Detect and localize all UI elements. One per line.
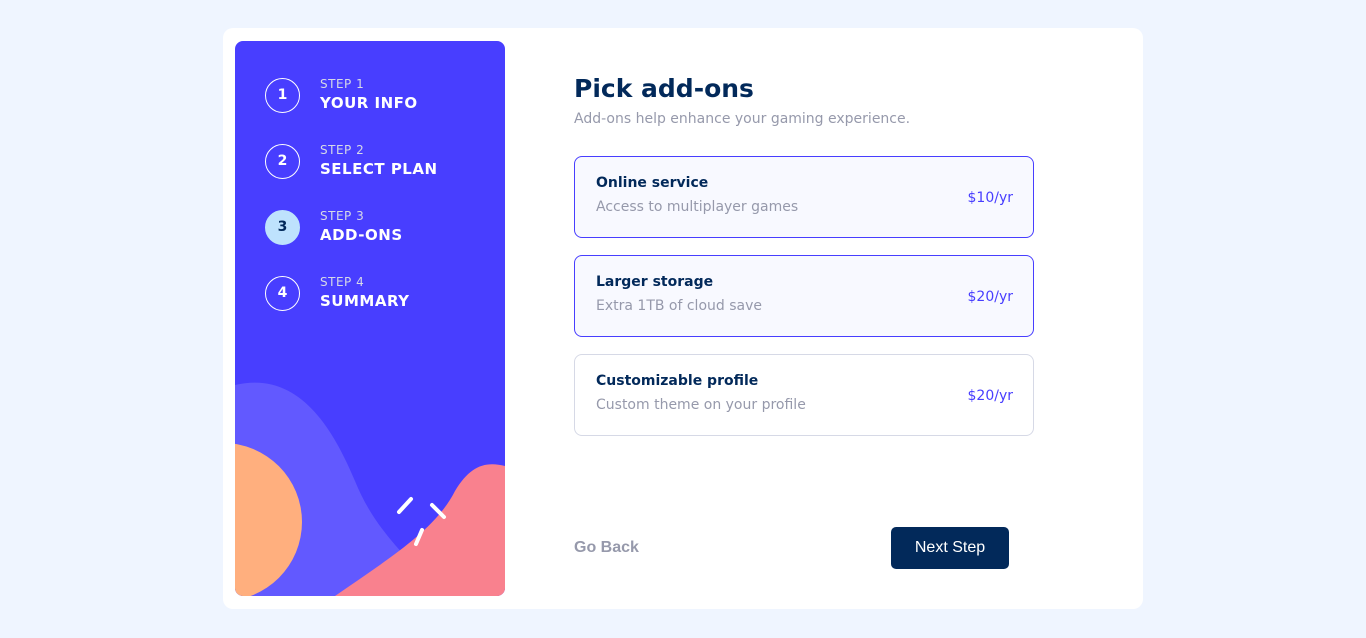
step-4: 4 STEP 4 SUMMARY [265,274,410,312]
step-number-1: 1 [265,77,300,113]
step-1: 1 STEP 1 YOUR INFO [265,76,418,114]
form-card: 1 STEP 1 YOUR INFO 2 STEP 2 SELECT PLAN … [223,28,1143,609]
step-number-4: 4 [265,275,300,311]
step-title-1: YOUR INFO [320,94,418,112]
steps-sidebar: 1 STEP 1 YOUR INFO 2 STEP 2 SELECT PLAN … [235,41,505,596]
addon-price: $10/yr [967,190,1013,206]
go-back-button[interactable]: Go Back [574,539,639,557]
step-2: 2 STEP 2 SELECT PLAN [265,142,438,180]
step-caption-1: STEP 1 [320,77,365,91]
decor-dash [397,497,413,514]
addon-customizable-profile[interactable]: Customizable profile Custom theme on you… [574,354,1034,436]
addon-description: Extra 1TB of cloud save [596,298,762,314]
sidebar-decoration [235,382,505,596]
addons-form: Pick add-ons Add-ons help enhance your g… [574,28,1034,609]
step-number-3-active: 3 [265,209,300,245]
addon-larger-storage[interactable]: Larger storage Extra 1TB of cloud save $… [574,255,1034,337]
step-caption-2: STEP 2 [320,143,365,157]
addon-price: $20/yr [967,388,1013,404]
addon-description: Access to multiplayer games [596,199,799,215]
step-caption-4: STEP 4 [320,275,365,289]
step-number-2: 2 [265,143,300,179]
addon-name: Customizable profile [596,373,759,389]
addon-description: Custom theme on your profile [596,397,806,413]
addon-online-service[interactable]: Online service Access to multiplayer gam… [574,156,1034,238]
next-step-button[interactable]: Next Step [891,527,1009,569]
step-title-3: ADD-ONS [320,226,403,244]
step-3: 3 STEP 3 ADD-ONS [265,208,403,246]
page-subtitle: Add-ons help enhance your gaming experie… [574,111,911,127]
addon-name: Larger storage [596,274,714,290]
addon-name: Online service [596,175,709,191]
step-title-4: SUMMARY [320,292,410,310]
step-caption-3: STEP 3 [320,209,365,223]
addon-price: $20/yr [967,289,1013,305]
page-title: Pick add-ons [574,74,754,103]
step-title-2: SELECT PLAN [320,160,438,178]
